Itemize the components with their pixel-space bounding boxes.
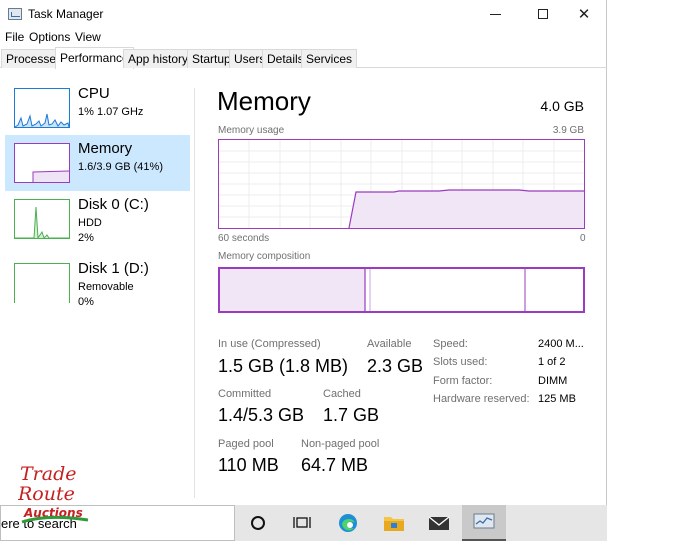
paged-pool-label: Paged pool bbox=[218, 438, 274, 450]
window-title: Task Manager bbox=[28, 7, 104, 21]
time-axis-start: 60 seconds bbox=[218, 233, 270, 244]
non-paged-pool-label: Non-paged pool bbox=[301, 438, 380, 450]
logo-word-1: Trade bbox=[20, 463, 77, 485]
edge-button[interactable] bbox=[326, 505, 370, 541]
memory-usage-max: 3.9 GB bbox=[552, 125, 584, 136]
committed-label: Committed bbox=[218, 388, 272, 400]
minimize-button[interactable] bbox=[472, 0, 518, 28]
task-manager-icon bbox=[8, 8, 22, 20]
sidebar-sub-disk0-type: HDD bbox=[78, 217, 102, 229]
mail-button[interactable] bbox=[417, 505, 461, 541]
maximize-button[interactable] bbox=[520, 0, 566, 28]
disk0-thumbnail-graph bbox=[14, 199, 70, 239]
hardware-reserved-value: 125 MB bbox=[538, 393, 576, 405]
menu-file[interactable]: File bbox=[5, 30, 24, 44]
minimize-icon bbox=[489, 13, 501, 15]
memory-composition-label: Memory composition bbox=[218, 251, 311, 262]
sidebar-sub-disk0-usage: 2% bbox=[78, 232, 94, 244]
title-bar[interactable]: Task Manager ✕ bbox=[0, 0, 607, 28]
task-view-button[interactable] bbox=[280, 505, 324, 541]
hardware-reserved-key: Hardware reserved: bbox=[433, 393, 530, 405]
memory-total: 4.0 GB bbox=[540, 98, 584, 114]
time-axis-end: 0 bbox=[580, 233, 586, 244]
disk1-thumbnail-graph bbox=[14, 263, 70, 303]
memory-usage-graph bbox=[218, 139, 585, 229]
sidebar-label-memory: Memory bbox=[78, 140, 133, 157]
tab-strip: Processes Performance App history Startu… bbox=[0, 47, 607, 69]
folder-icon bbox=[384, 517, 404, 531]
task-manager-taskbar-button[interactable] bbox=[462, 505, 506, 541]
cpu-thumbnail-graph bbox=[14, 88, 70, 128]
task-view-icon bbox=[293, 517, 311, 528]
memory-usage-label: Memory usage bbox=[218, 125, 285, 136]
in-use-value: 1.5 GB (1.8 MB) bbox=[218, 356, 349, 376]
cortana-button[interactable] bbox=[236, 505, 280, 541]
paged-pool-value: 110 MB bbox=[218, 455, 279, 475]
menu-view[interactable]: View bbox=[75, 30, 101, 44]
committed-value: 1.4/5.3 GB bbox=[218, 405, 305, 425]
tab-services[interactable]: Services bbox=[301, 49, 358, 68]
logo-word-2: Route bbox=[18, 483, 75, 505]
menu-options[interactable]: Options bbox=[29, 30, 70, 44]
slots-used-key: Slots used: bbox=[433, 356, 488, 368]
task-manager-window: Task Manager ✕ File Options View Process… bbox=[0, 0, 607, 505]
sidebar-item-memory[interactable]: Memory 1.6/3.9 GB (41%) bbox=[5, 135, 190, 191]
memory-composition-bar bbox=[218, 267, 585, 313]
sidebar-item-disk1[interactable]: Disk 1 (D:) Removable 0% bbox=[5, 255, 190, 311]
in-use-label: In use (Compressed) bbox=[218, 338, 321, 350]
form-factor-value: DIMM bbox=[538, 375, 568, 387]
sidebar-divider bbox=[194, 88, 195, 498]
cortana-circle-icon bbox=[251, 516, 265, 530]
sidebar-sub-memory: 1.6/3.9 GB (41%) bbox=[78, 161, 163, 173]
cached-label: Cached bbox=[323, 388, 361, 400]
file-explorer-button[interactable] bbox=[372, 505, 416, 541]
mail-icon bbox=[428, 516, 450, 530]
tab-app-history[interactable]: App history bbox=[123, 49, 194, 68]
page-title: Memory bbox=[217, 86, 311, 116]
edge-browser-icon bbox=[339, 514, 357, 532]
trade-route-auctions-logo: Trade Route Auctions bbox=[18, 463, 89, 524]
task-manager-icon bbox=[473, 513, 495, 529]
sidebar-label-disk0: Disk 0 (C:) bbox=[78, 196, 149, 213]
form-factor-key: Form factor: bbox=[433, 375, 493, 387]
sidebar-sub-cpu: 1% 1.07 GHz bbox=[78, 106, 144, 118]
close-icon: ✕ bbox=[577, 6, 591, 23]
sidebar-item-disk0[interactable]: Disk 0 (C:) HDD 2% bbox=[5, 191, 190, 247]
sidebar-item-cpu[interactable]: CPU 1% 1.07 GHz bbox=[5, 80, 190, 136]
memory-thumbnail-graph bbox=[14, 143, 70, 183]
non-paged-pool-value: 64.7 MB bbox=[301, 455, 369, 475]
sidebar-label-disk1: Disk 1 (D:) bbox=[78, 260, 149, 277]
speed-value: 2400 M... bbox=[538, 338, 584, 350]
sidebar-sub-disk1-type: Removable bbox=[78, 281, 134, 293]
tab-performance[interactable]: Performance bbox=[55, 47, 134, 69]
maximize-icon bbox=[538, 9, 548, 19]
sidebar-label-cpu: CPU bbox=[78, 85, 110, 102]
available-label: Available bbox=[367, 338, 412, 350]
close-button[interactable]: ✕ bbox=[561, 0, 607, 28]
cached-value: 1.7 GB bbox=[323, 405, 380, 425]
screen: Task Manager ✕ File Options View Process… bbox=[0, 0, 700, 541]
sidebar-sub-disk1-usage: 0% bbox=[78, 296, 94, 308]
slots-used-value: 1 of 2 bbox=[538, 356, 566, 368]
available-value: 2.3 GB bbox=[367, 356, 424, 376]
speed-key: Speed: bbox=[433, 338, 468, 350]
